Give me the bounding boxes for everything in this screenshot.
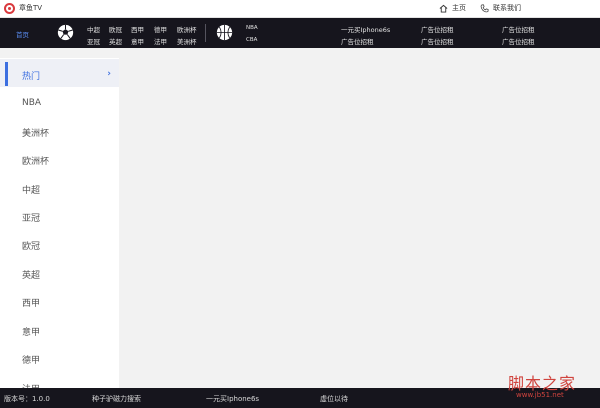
sidebar-item-copa-america[interactable]: 美洲杯 [0,117,119,145]
sidebar-item-label: 美洲杯 [22,129,50,139]
sidebar-item-nba[interactable]: NBA [0,89,119,117]
home-link-label: 主页 [452,4,466,12]
footer-link-vacant[interactable]: 虚位以待 [320,394,348,404]
league-afc-cl[interactable]: 亚冠 [87,36,100,46]
league-seriea[interactable]: 意甲 [131,36,144,46]
sidebar-item-label: 意甲 [22,328,41,338]
sidebar-item-label: 欧洲杯 [22,157,50,167]
footer-link-iphone-promo[interactable]: 一元买Iphone6s [206,394,259,404]
sidebar-item-epl[interactable]: 英超 [0,259,119,287]
sidebar-item-csl[interactable]: 中超 [0,174,119,202]
active-indicator [5,62,8,86]
league-copa-america[interactable]: 美洲杯 [177,36,197,46]
sidebar-item-label: 亚冠 [22,214,41,224]
sidebar-item-label: 热门 [22,72,41,82]
app-logo-icon [4,3,15,14]
basketball-icon [216,24,233,41]
watermark-url: www.jb51.net [516,391,564,399]
sidebar-item-label: NBA [22,98,42,108]
sidebar-item-bundesliga[interactable]: 德甲 [0,344,119,372]
footer-link-torrent-search[interactable]: 种子驴磁力搜索 [92,394,141,404]
league-ligue1[interactable]: 法甲 [154,36,167,46]
version-label: 版本号：1.0.0 [4,395,50,403]
sidebar-item-afc-cl[interactable]: 亚冠 [0,202,119,230]
watermark: 脚本之家 www.jb51.net [502,370,598,406]
ad-link[interactable]: 广告位招租 [341,36,374,46]
sidebar-item-label: 西甲 [22,299,41,309]
sidebar-item-ucl[interactable]: 欧冠 [0,230,119,258]
content-area [119,58,600,388]
home-icon [439,4,448,13]
league-ucl[interactable]: 欧冠 [109,24,122,34]
top-nav: 首页 中超 亚冠 欧冠 英超 西甲 意甲 德甲 法甲 欧洲杯 美洲杯 NBA C… [0,18,600,48]
league-csl[interactable]: 中超 [87,24,100,34]
app-title: 章鱼TV [19,4,43,12]
sidebar-item-ligue1[interactable]: 法甲 [0,373,119,388]
football-icon [57,24,74,41]
league-bundesliga[interactable]: 德甲 [154,24,167,34]
ad-link[interactable]: 广告位招租 [421,36,454,46]
sidebar-item-seriea[interactable]: 意甲 [0,316,119,344]
nav-divider [205,24,206,42]
ad-link[interactable]: 广告位招租 [421,24,454,34]
league-epl[interactable]: 英超 [109,36,122,46]
league-euro[interactable]: 欧洲杯 [177,24,197,34]
sidebar-item-label: 英超 [22,271,41,281]
home-link[interactable]: 主页 [439,3,466,13]
sidebar-item-euro[interactable]: 欧洲杯 [0,145,119,173]
sidebar-item-label: 德甲 [22,356,41,366]
contact-link[interactable]: 联系我们 [480,3,521,13]
league-cba[interactable]: CBA [246,37,257,43]
league-laliga[interactable]: 西甲 [131,24,144,34]
ad-link[interactable]: 广告位招租 [502,36,535,46]
ad-link[interactable]: 广告位招租 [502,24,535,34]
phone-icon [480,4,489,12]
league-nba[interactable]: NBA [246,25,258,31]
tab-home[interactable]: 首页 [16,29,29,39]
title-bar: 章鱼TV 主页 联系我们 [0,0,600,18]
ad-link[interactable]: 一元买Iphone6s [341,24,390,34]
sidebar-item-laliga[interactable]: 西甲 [0,287,119,315]
contact-link-label: 联系我们 [493,4,521,12]
sidebar-item-hot[interactable]: 热门 › [0,59,119,87]
sidebar: 热门 › NBA 美洲杯 欧洲杯 中超 亚冠 欧冠 英超 西甲 意甲 德甲 法甲 [0,58,119,388]
sidebar-item-label: 欧冠 [22,242,41,252]
chevron-right-icon: › [107,69,111,79]
sidebar-item-label: 中超 [22,186,41,196]
